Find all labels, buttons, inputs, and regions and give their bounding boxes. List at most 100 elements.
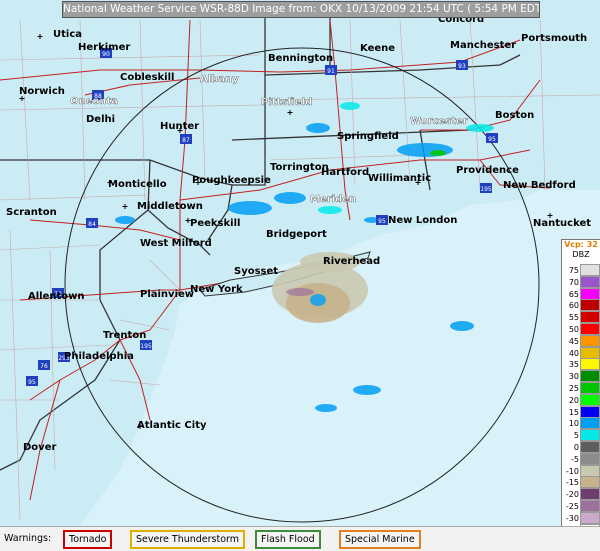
legend-level-label: 50 xyxy=(568,325,579,334)
city-label: Peekskill xyxy=(190,218,240,229)
city-label: Poughkeepsie xyxy=(192,175,271,186)
city-label: Bennington xyxy=(268,53,333,64)
highway-shield: 195 xyxy=(140,340,152,350)
legend-level: 35 xyxy=(563,358,600,371)
city-label: Torrington xyxy=(270,162,329,173)
city-label: Plainview xyxy=(140,289,194,300)
city-label: Utica xyxy=(53,29,82,40)
severe-thunderstorm-warning-button[interactable]: Severe Thunderstorm xyxy=(130,530,246,549)
city-label: Portsmouth xyxy=(521,33,587,44)
legend-level: 60 xyxy=(563,299,600,312)
highway-number: 95 xyxy=(28,379,36,386)
highway-shield: 95 xyxy=(376,215,388,225)
city-label: Providence xyxy=(456,165,519,176)
city-label: Allentown xyxy=(28,291,85,302)
highway-shield: 93 xyxy=(456,60,468,70)
legend-swatch xyxy=(580,323,600,335)
legend-swatch xyxy=(580,405,600,418)
city-label: Meriden xyxy=(310,194,356,205)
highway-shield: 84 xyxy=(86,218,98,228)
legend-swatch xyxy=(580,275,600,288)
legend-level-label: 25 xyxy=(568,384,579,393)
highway-number: 95 xyxy=(378,218,386,225)
legend-level-label: 45 xyxy=(568,336,579,346)
legend-swatch xyxy=(580,382,600,394)
city-label: Willimantic xyxy=(368,173,431,184)
legend-level: 0 xyxy=(563,441,600,453)
city-label: Syosset xyxy=(234,266,278,277)
legend-swatch xyxy=(580,299,600,312)
legend-swatch xyxy=(580,488,600,501)
legend-level-label: -15 xyxy=(565,478,579,488)
city-label: Atlantic City xyxy=(137,420,207,431)
legend-level: 75 xyxy=(563,264,600,276)
highway-number: 195 xyxy=(480,186,492,193)
tornado-warning-button[interactable]: Tornado xyxy=(63,530,113,549)
special-marine-warning-button[interactable]: Special Marine xyxy=(339,530,421,549)
legend-swatch xyxy=(580,264,600,276)
highway-number: 91 xyxy=(327,68,335,75)
legend-level-label: 20 xyxy=(568,395,579,405)
city-label: Dover xyxy=(23,442,56,453)
legend-swatch xyxy=(580,346,600,359)
highway-shield: 95 xyxy=(486,133,498,143)
city-label: Oneonta xyxy=(70,96,118,107)
city-label: Manchester xyxy=(450,40,516,51)
city-label: Albany xyxy=(200,74,239,85)
city-label: Scranton xyxy=(6,207,57,218)
city-label: Norwich xyxy=(19,86,65,97)
highway-shield: 87 xyxy=(180,134,192,144)
highway-number: 76 xyxy=(40,363,48,370)
city-label: Hartford xyxy=(321,167,369,178)
legend-swatch xyxy=(580,370,600,383)
legend-level-label: 70 xyxy=(568,277,579,287)
legend-level: -15 xyxy=(563,476,600,489)
city-label: Hunter xyxy=(160,121,199,132)
legend-swatch xyxy=(580,452,600,465)
warnings-label: Warnings: xyxy=(4,533,52,544)
city-label: Delhi xyxy=(86,114,115,125)
dbz-legend: Vcp: 32 DBZ 75 70 65 60 55 50 45 40 35 30 25 20 15 10… xyxy=(561,239,600,543)
city-label: Boston xyxy=(495,110,534,121)
legend-level-label: 10 xyxy=(568,419,579,429)
legend-level: -10 xyxy=(563,464,600,477)
legend-level-label: 75 xyxy=(568,266,579,275)
legend-level: -30 xyxy=(563,511,600,524)
legend-swatch xyxy=(580,311,600,324)
highway-number: 93 xyxy=(458,63,466,70)
legend-level: 25 xyxy=(563,382,600,394)
city-label: Worcester xyxy=(410,116,468,127)
city-label: Philadelphia xyxy=(64,351,134,362)
legend-level: 70 xyxy=(563,275,600,288)
legend-level-label: 60 xyxy=(568,301,579,311)
legend-level: -20 xyxy=(563,488,600,501)
city-label: Springfield xyxy=(337,131,399,142)
legend-swatch xyxy=(580,476,600,489)
legend-level: 5 xyxy=(563,429,600,442)
city-label: West Milford xyxy=(140,238,212,249)
city-label: Cobleskill xyxy=(120,72,174,83)
unit-label: DBZ xyxy=(572,250,590,259)
legend-level-label: 5 xyxy=(573,431,579,441)
city-label: Herkimer xyxy=(78,42,130,53)
flash-flood-warning-button[interactable]: Flash Flood xyxy=(255,530,321,549)
highway-number: 87 xyxy=(182,137,190,144)
vcp-label: Vcp: 32 xyxy=(564,240,598,249)
city-label: New York xyxy=(190,284,243,295)
legend-level: 15 xyxy=(563,405,600,418)
highway-shield: 95 xyxy=(26,376,38,386)
legend-level: 50 xyxy=(563,323,600,335)
legend-level: 30 xyxy=(563,370,600,383)
highway-shield: 76 xyxy=(38,360,50,370)
legend-swatch xyxy=(580,429,600,442)
radar-map: 90 88 91 93 87 95 84 195 95 195 78 76 95… xyxy=(0,0,600,550)
legend-level-label: 30 xyxy=(568,372,579,382)
city-label: Pittsfield xyxy=(261,97,312,108)
city-label: Middletown xyxy=(137,201,203,212)
city-label: Riverhead xyxy=(323,256,380,267)
highway-number: 84 xyxy=(88,221,96,228)
legend-level-label: 35 xyxy=(568,360,579,370)
highway-number: 195 xyxy=(140,343,152,350)
legend-level: 45 xyxy=(563,334,600,347)
legend-level-label: -20 xyxy=(565,490,579,500)
